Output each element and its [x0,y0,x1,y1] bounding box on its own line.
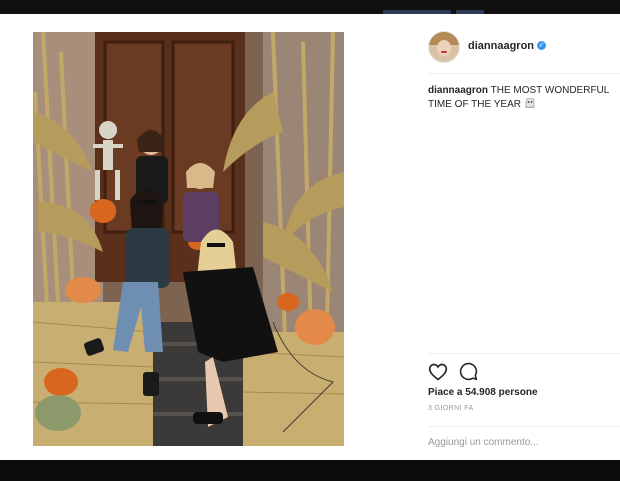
comment-bubble-icon[interactable] [459,362,478,381]
browser-bottom-bar [0,460,620,481]
post-header: diannaagron ✓ [413,31,620,69]
divider [428,426,620,427]
post-username[interactable]: diannaagron [468,40,534,52]
likes-count[interactable]: Piace a 54.908 persone [428,387,538,398]
browser-top-bar [0,0,620,14]
ghost-emoji-icon [525,98,535,108]
photo-scene [33,32,344,446]
post-timestamp[interactable]: 3 GIORNI FA [428,405,474,412]
post-side-panel: diannaagron ✓ diannaagron THE MOST WONDE… [413,14,620,460]
post-caption: diannaagron THE MOST WONDERFUL TIME OF T… [428,84,618,112]
heart-icon[interactable] [428,362,448,382]
post-photo[interactable] [33,32,344,446]
comment-input[interactable] [428,434,613,450]
avatar-face [437,40,451,56]
verified-badge-icon: ✓ [537,41,546,50]
divider [428,73,620,74]
caption-username[interactable]: diannaagron [428,85,488,96]
post-actions [428,362,508,384]
avatar-lip [441,51,447,53]
divider [428,353,620,354]
profile-avatar[interactable] [428,31,460,63]
